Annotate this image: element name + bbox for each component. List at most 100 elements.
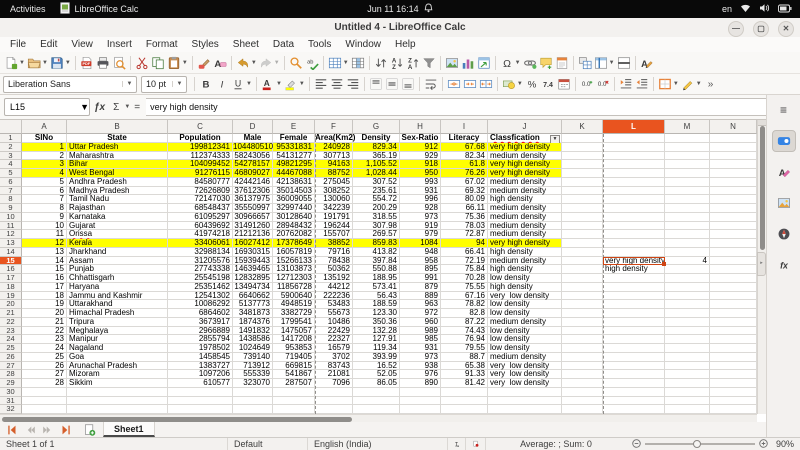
cell-K31[interactable]: [562, 397, 603, 406]
page-style-field[interactable]: Default: [228, 438, 308, 450]
cell-C30[interactable]: [168, 388, 233, 397]
cell-C32[interactable]: [168, 405, 233, 414]
cell-L24[interactable]: [603, 335, 665, 344]
column-header-E[interactable]: E: [273, 120, 315, 134]
cell-L11[interactable]: [603, 222, 665, 231]
cell-B30[interactable]: [67, 388, 168, 397]
border-style-dropdown-icon[interactable]: ▼: [696, 81, 702, 87]
cell-N28[interactable]: [710, 370, 757, 379]
sidebar-navigator-button[interactable]: [772, 223, 796, 245]
cell-H29[interactable]: 890: [400, 379, 441, 388]
first-sheet-button[interactable]: [4, 423, 20, 436]
cell-L18[interactable]: [603, 283, 665, 292]
align-top-button[interactable]: [368, 75, 384, 93]
cell-N27[interactable]: [710, 362, 757, 371]
cell-N5[interactable]: [710, 169, 757, 178]
border-style-button[interactable]: ▼: [680, 75, 703, 93]
print-preview-button[interactable]: [111, 54, 127, 72]
cell-K26[interactable]: [562, 353, 603, 362]
cell-K20[interactable]: [562, 300, 603, 309]
cell-N11[interactable]: [710, 222, 757, 231]
cell-M24[interactable]: [665, 335, 710, 344]
cell-K6[interactable]: [562, 178, 603, 187]
cell-N32[interactable]: [710, 405, 757, 414]
cell-M21[interactable]: [665, 309, 710, 318]
font-name-combobox[interactable]: Liberation Sans▼: [3, 76, 137, 93]
cell-N26[interactable]: [710, 353, 757, 362]
center-vertically-button[interactable]: [384, 75, 400, 93]
insert-pivot-table-button[interactable]: [476, 54, 492, 72]
cell-K3[interactable]: [562, 152, 603, 161]
cell-N29[interactable]: [710, 379, 757, 388]
cell-G29[interactable]: 86.05: [353, 379, 400, 388]
cell-N19[interactable]: [710, 292, 757, 301]
cell-A29[interactable]: 28: [22, 379, 67, 388]
language-field[interactable]: English (India): [308, 438, 448, 450]
cell-K5[interactable]: [562, 169, 603, 178]
delete-decimal-button[interactable]: 0.0: [595, 75, 611, 93]
define-print-area-button[interactable]: [577, 54, 593, 72]
window-titlebar[interactable]: Untitled 4 - LibreOffice Calc —▢✕: [0, 18, 800, 38]
sheet-number-field[interactable]: Sheet 1 of 1: [0, 438, 228, 450]
cell-M27[interactable]: [665, 362, 710, 371]
cell-M25[interactable]: [665, 344, 710, 353]
cell-L16[interactable]: high density: [603, 265, 665, 274]
cell-K7[interactable]: [562, 187, 603, 196]
cell-E31[interactable]: [273, 397, 315, 406]
menu-format[interactable]: Format: [139, 38, 185, 51]
cell-K4[interactable]: [562, 160, 603, 169]
cell-M18[interactable]: [665, 283, 710, 292]
redo-dropdown-icon[interactable]: ▼: [274, 60, 280, 66]
align-right-button[interactable]: [345, 75, 361, 93]
cell-N15[interactable]: [710, 257, 757, 266]
cell-L26[interactable]: [603, 353, 665, 362]
cell-N20[interactable]: [710, 300, 757, 309]
cell-L31[interactable]: [603, 397, 665, 406]
zoom-in-icon[interactable]: [759, 439, 768, 450]
cell-N6[interactable]: [710, 178, 757, 187]
copy-button[interactable]: [150, 54, 166, 72]
name-box-dropdown-icon[interactable]: ▼: [80, 102, 89, 112]
cell-N31[interactable]: [710, 397, 757, 406]
column-header-J[interactable]: J: [488, 120, 562, 134]
cell-N13[interactable]: [710, 239, 757, 248]
cell-L5[interactable]: [603, 169, 665, 178]
cell-N30[interactable]: [710, 388, 757, 397]
cell-M11[interactable]: [665, 222, 710, 231]
insert-hyperlink-button[interactable]: [522, 54, 538, 72]
cell-D30[interactable]: [233, 388, 273, 397]
menu-data[interactable]: Data: [266, 38, 301, 51]
cell-K14[interactable]: [562, 248, 603, 257]
minimize-button[interactable]: —: [728, 21, 744, 37]
save-dropdown-icon[interactable]: ▼: [65, 60, 71, 66]
cell-F31[interactable]: [315, 397, 353, 406]
unmerge-cells-button[interactable]: [478, 75, 494, 93]
menu-view[interactable]: View: [64, 38, 100, 51]
cell-M16[interactable]: [665, 265, 710, 274]
number-format-button[interactable]: 7.4: [540, 75, 556, 93]
cell-L4[interactable]: [603, 160, 665, 169]
cell-M32[interactable]: [665, 405, 710, 414]
spelling-button[interactable]: ab: [304, 54, 320, 72]
menu-styles[interactable]: Styles: [185, 38, 226, 51]
zoom-slider-handle[interactable]: [693, 440, 701, 448]
cell-I30[interactable]: [441, 388, 488, 397]
vertical-scrollbar-thumb[interactable]: [760, 126, 765, 250]
font-size-dropdown-icon[interactable]: ▼: [172, 81, 186, 87]
cell-N9[interactable]: [710, 204, 757, 213]
cell-M12[interactable]: [665, 230, 710, 239]
insert-table-button[interactable]: ▼: [327, 54, 350, 72]
merge-and-center-button[interactable]: [446, 75, 462, 93]
cell-H32[interactable]: [400, 405, 441, 414]
cell-N18[interactable]: [710, 283, 757, 292]
last-sheet-button[interactable]: [58, 423, 74, 436]
cell-L12[interactable]: [603, 230, 665, 239]
cell-L17[interactable]: [603, 274, 665, 283]
add-decimal-button[interactable]: 0.0: [579, 75, 595, 93]
sidebar-functions-button[interactable]: fx: [772, 254, 796, 276]
cell-N10[interactable]: [710, 213, 757, 222]
cell-L1[interactable]: [603, 134, 665, 143]
export-pdf-button[interactable]: PDF: [79, 54, 95, 72]
cell-A31[interactable]: [22, 397, 67, 406]
new-document-dropdown-icon[interactable]: ▼: [19, 60, 25, 66]
